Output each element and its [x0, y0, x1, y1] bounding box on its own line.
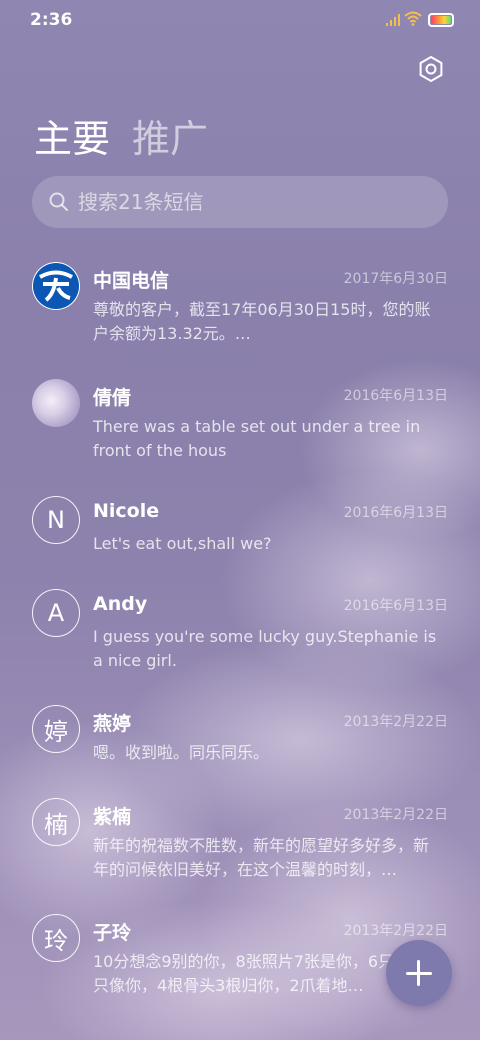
- battery-icon: [428, 13, 454, 27]
- conversation-date: 2016年6月13日: [343, 388, 448, 404]
- conversation-date: 2013年2月22日: [343, 923, 448, 939]
- conversation-name: 子玲: [93, 922, 132, 944]
- conversation-date: 2016年6月13日: [343, 505, 448, 521]
- conversation-preview: 嗯。收到啦。同乐同乐。: [93, 743, 270, 762]
- search-icon: [49, 192, 68, 211]
- wifi-icon: [404, 11, 422, 26]
- conversation-item[interactable]: 中国电信 2017年6月30日 尊敬的客户，截至17年06月30日15时，您的账…: [0, 262, 480, 366]
- conversation-date: 2016年6月13日: [343, 598, 448, 614]
- letter-avatar: N: [32, 496, 80, 544]
- conversation-item[interactable]: A Andy 2016年6月13日 I guess you're some lu…: [0, 589, 480, 693]
- search-bar[interactable]: [32, 176, 448, 228]
- conversation-name: 倩倩: [93, 387, 132, 409]
- conversation-name: 紫楠: [93, 806, 132, 828]
- new-message-button[interactable]: [386, 940, 452, 1006]
- conversation-date: 2017年6月30日: [343, 271, 448, 287]
- search-input[interactable]: [78, 176, 428, 228]
- status-bar: 2:36: [0, 0, 480, 40]
- letter-avatar: 婷: [32, 705, 80, 753]
- signal-icon: [386, 14, 400, 26]
- conversation-preview: 尊敬的客户，截至17年06月30日15时，您的账户余额为13.32元。…: [93, 300, 431, 343]
- conversation-name: 燕婷: [93, 713, 132, 735]
- conversation-item[interactable]: 倩倩 2016年6月13日 There was a table set out …: [0, 379, 480, 483]
- letter-avatar: 楠: [32, 798, 80, 846]
- conversation-item[interactable]: N Nicole 2016年6月13日 Let's eat out,shall …: [0, 496, 480, 600]
- conversation-name: 中国电信: [93, 270, 170, 292]
- settings-gear-icon[interactable]: [416, 54, 446, 84]
- conversation-item[interactable]: 楠 紫楠 2013年2月22日 新年的祝福数不胜数，新年的愿望好多好多，新年的问…: [0, 798, 480, 902]
- conversation-preview: Let's eat out,shall we?: [93, 534, 272, 553]
- letter-avatar: 玲: [32, 914, 80, 962]
- tab-primary[interactable]: 主要: [34, 108, 110, 163]
- conversation-name: Nicole: [93, 500, 160, 522]
- conversation-preview: There was a table set out under a tree i…: [93, 417, 421, 460]
- cloud-photo-avatar: [32, 379, 80, 427]
- tab-promotions[interactable]: 推广: [132, 108, 208, 163]
- china-telecom-logo-icon: [33, 263, 79, 309]
- conversation-preview: I guess you're some lucky guy.Stephanie …: [93, 627, 437, 670]
- conversation-date: 2013年2月22日: [343, 807, 448, 823]
- conversation-item[interactable]: 婷 燕婷 2013年2月22日 嗯。收到啦。同乐同乐。: [0, 705, 480, 809]
- conversation-date: 2013年2月22日: [343, 714, 448, 730]
- conversation-preview: 新年的祝福数不胜数，新年的愿望好多好多，新年的问候依旧美好，在这个温馨的时刻，…: [93, 836, 430, 879]
- status-time: 2:36: [30, 10, 73, 30]
- conversation-name: Andy: [93, 593, 148, 615]
- letter-avatar: A: [32, 589, 80, 637]
- china-telecom-logo-avatar: [32, 262, 80, 310]
